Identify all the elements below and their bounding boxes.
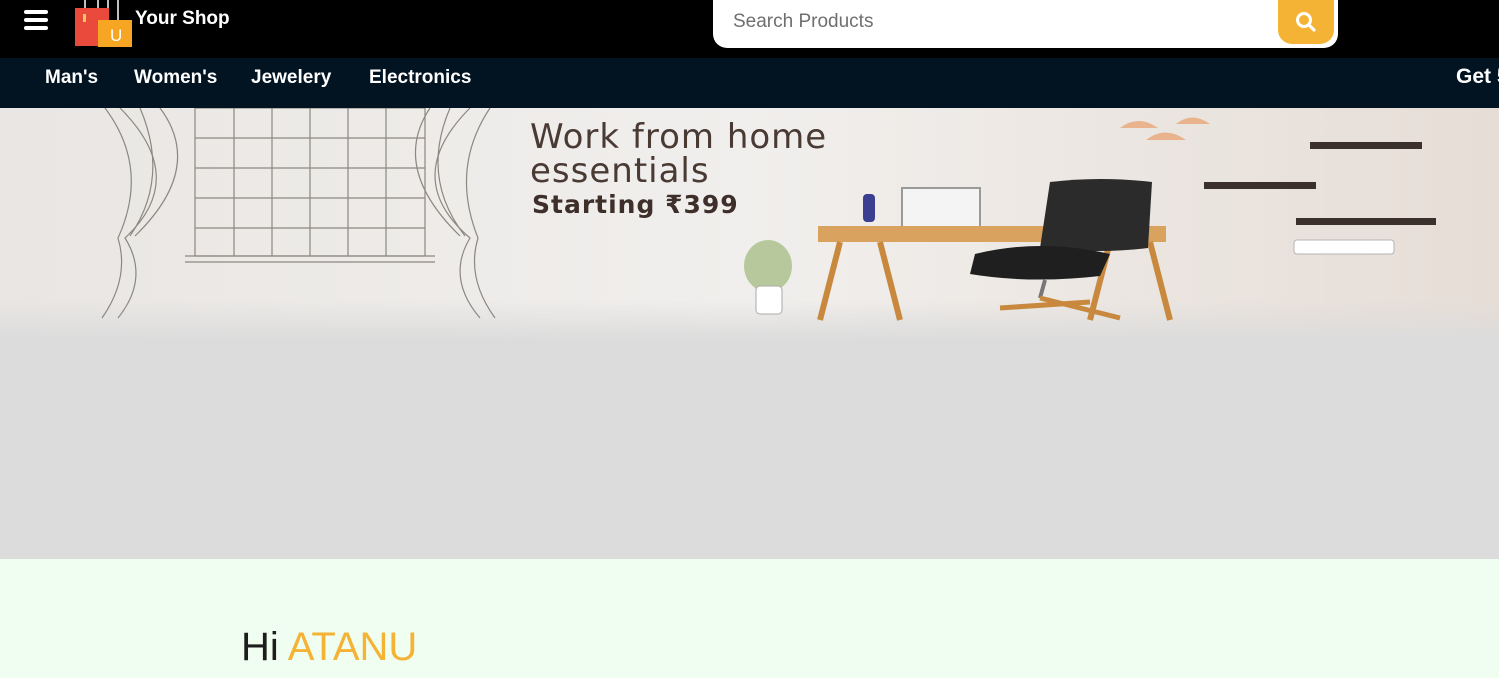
shopping-bag-logo-icon[interactable]: U bbox=[74, 0, 134, 48]
promo-text[interactable]: Get 5 bbox=[1456, 65, 1499, 89]
hero-banner[interactable]: Work from home essentials Starting ₹399 bbox=[0, 108, 1499, 559]
bottle-drawing bbox=[863, 194, 875, 222]
greeting-hi: Hi bbox=[241, 625, 279, 669]
greeting-username: ATANU bbox=[287, 625, 418, 669]
brand-name[interactable]: Your Shop bbox=[135, 8, 230, 30]
search-input[interactable] bbox=[733, 6, 1273, 38]
greeting-section: Hi ATANU bbox=[0, 559, 1499, 678]
logo-letter: U bbox=[110, 26, 122, 45]
banner-title: Work from home essentials bbox=[530, 117, 828, 191]
banner-subtitle: Starting ₹399 bbox=[532, 190, 739, 219]
greeting: Hi ATANU bbox=[241, 625, 417, 670]
top-header: U Your Shop bbox=[0, 0, 1499, 58]
category-nav: Man's Women's Jewelery Electronics Get 5 bbox=[0, 58, 1499, 108]
search-bar bbox=[713, 0, 1338, 48]
laptop-drawing bbox=[890, 187, 990, 231]
nav-item-jewelery[interactable]: Jewelery bbox=[251, 67, 331, 89]
nav-item-womens[interactable]: Women's bbox=[134, 67, 217, 89]
nav-item-mens[interactable]: Man's bbox=[45, 67, 98, 89]
power-strip-drawing bbox=[1293, 239, 1395, 255]
search-icon bbox=[1296, 12, 1316, 32]
hamburger-menu-icon[interactable] bbox=[24, 10, 50, 32]
search-button[interactable] bbox=[1278, 0, 1334, 44]
nav-item-electronics[interactable]: Electronics bbox=[369, 67, 471, 89]
